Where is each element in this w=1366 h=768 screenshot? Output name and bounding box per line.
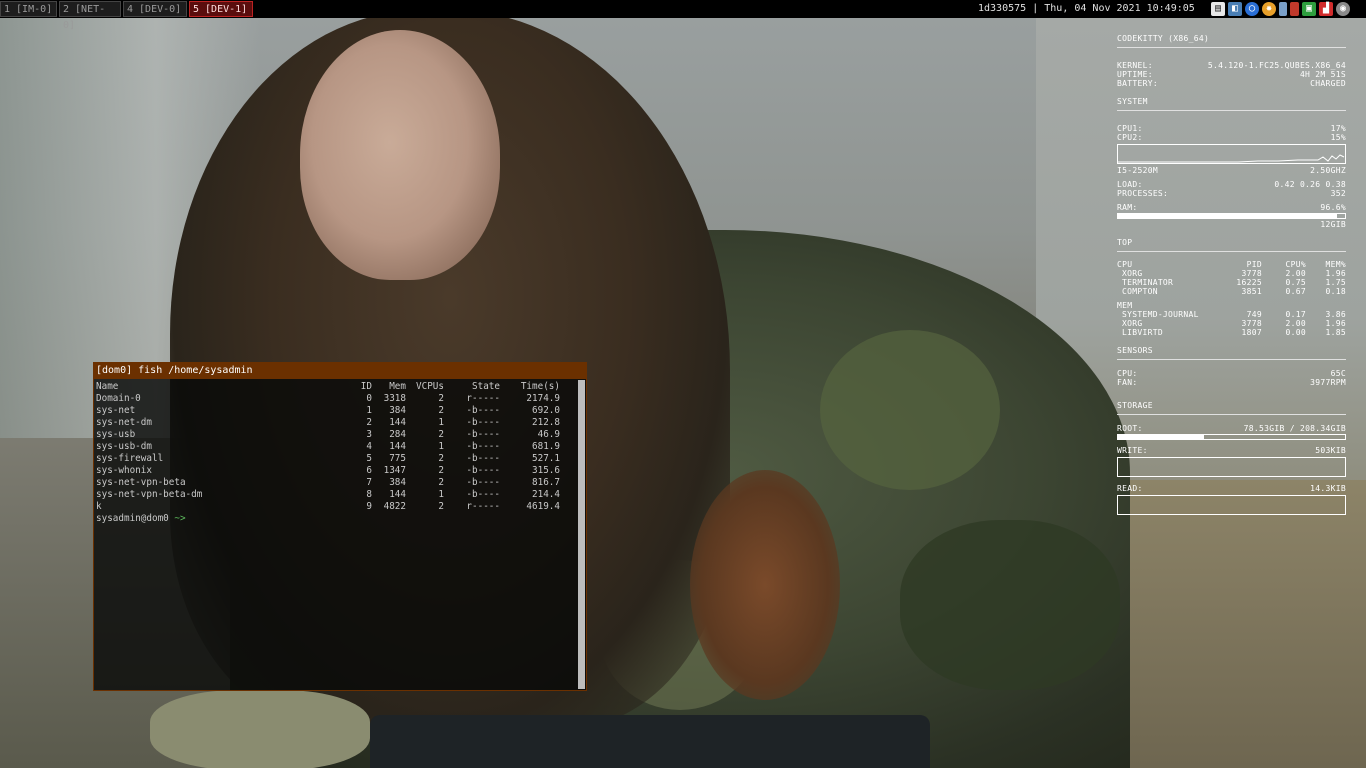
sensors-header: SENSORS: [1117, 346, 1153, 355]
cpu-graph: [1117, 144, 1346, 164]
wallpaper-glove: [150, 690, 370, 768]
top-cpu-row: COMPTON 3851 0.67 0.18: [1122, 287, 1346, 296]
ram-bar: [1117, 213, 1346, 219]
system-header: SYSTEM: [1117, 97, 1148, 106]
xl-list-row: k 9 4822 2 r----- 4619.4: [96, 501, 560, 512]
terminal-window[interactable]: [dom0] fish /home/sysadmin Name ID Mem VCPU…: [93, 362, 587, 691]
shell-prompt[interactable]: sysadmin@dom0 ~>: [96, 513, 576, 525]
top-panel: 1 [IM-0] 2 [NET-0] 4 [DEV-0] 5 [DEV-1] 1…: [0, 0, 1366, 31]
conky-title: CODEKITTY (X86_64): [1117, 34, 1210, 43]
wallpaper-rifle: [370, 715, 930, 768]
battery-icon[interactable]: [1279, 2, 1287, 16]
kernel-row: KERNEL: 5.4.120-1.FC25.QUBES.X86_64: [1117, 61, 1346, 70]
notification-icon[interactable]: ✸: [1262, 2, 1276, 16]
root-row: ROOT: 78.53GIB / 208.34GIB: [1117, 424, 1346, 433]
storage-header: STORAGE: [1117, 401, 1153, 410]
terminal-scrollbar[interactable]: [578, 380, 585, 689]
write-row: WRITE: 503KIB: [1117, 446, 1346, 455]
write-graph: [1117, 457, 1346, 477]
top-mem-row: XORG 3778 2.00 1.96: [1122, 319, 1346, 328]
top-cpu-row: TERMINATOR 16225 0.75 1.75: [1122, 278, 1346, 287]
hostname-label: 1d330575: [978, 3, 1027, 14]
cpu1-row: CPU1: 17%: [1117, 124, 1346, 133]
battery-row: BATTERY: CHARGED: [1117, 79, 1346, 88]
wallpaper-camo-patch: [900, 520, 1120, 690]
divider: [1117, 359, 1346, 360]
root-bar: [1117, 434, 1346, 440]
qubes-icon[interactable]: ▣: [1302, 2, 1316, 16]
usb-icon[interactable]: [1290, 2, 1299, 16]
wallpaper-face: [300, 30, 500, 280]
divider: [1117, 47, 1346, 48]
xl-list-row: sys-whonix 6 1347 2 -b---- 315.6: [96, 465, 560, 476]
xl-list-row: sys-firewall 5 775 2 -b---- 527.1: [96, 453, 560, 464]
clipboard-icon[interactable]: ▤: [1211, 2, 1225, 16]
cpu-temp-row: CPU: 65C: [1117, 369, 1346, 378]
search-icon[interactable]: ◯: [1245, 2, 1259, 16]
workspace-5-button[interactable]: 5 [DEV-1]: [189, 1, 253, 17]
top-mem-row: SYSTEMD-JOURNAL 749 0.17 3.86: [1122, 310, 1346, 319]
network-manager-icon[interactable]: ◧: [1228, 2, 1242, 16]
top-cpu-row: XORG 3778 2.00 1.96: [1122, 269, 1346, 278]
workspace-2-button[interactable]: 2 [NET-0]: [59, 1, 121, 31]
fan-row: FAN: 3977RPM: [1117, 378, 1346, 387]
top-cpu-header-row: CPU PID CPU% MEM%: [1117, 260, 1346, 269]
divider: [1117, 251, 1346, 252]
xl-list-row: sys-net 1 384 2 -b---- 692.0: [96, 405, 560, 416]
wallpaper-camo-patch: [820, 330, 1000, 490]
workspace-1-button[interactable]: 1 [IM-0]: [0, 1, 57, 17]
uptime-row: UPTIME: 4H 2M 51S: [1117, 70, 1346, 79]
cpu-model-row: I5-2520M 2.50GHZ: [1117, 166, 1346, 175]
ram-total-row: 12GIB: [1320, 220, 1346, 229]
cpu2-row: CPU2: 15%: [1117, 133, 1346, 142]
conky-monitor: CODEKITTY (X86_64) KERNEL: 5.4.120-1.FC25…: [1117, 34, 1346, 517]
datetime-label: Thu, 04 Nov 2021 10:49:05: [1044, 3, 1195, 14]
ram-row: RAM: 96.6%: [1117, 203, 1346, 212]
xl-list-row: sys-usb 3 284 2 -b---- 46.9: [96, 429, 560, 440]
load-row: LOAD: 0.42 0.26 0.38: [1117, 180, 1346, 189]
volume-icon[interactable]: ◉: [1336, 2, 1350, 16]
divider: [1117, 414, 1346, 415]
wallpaper-braid: [690, 470, 840, 700]
xl-list-row: Domain-0 0 3318 2 r----- 2174.9: [96, 393, 560, 404]
xl-list-row: sys-net-dm 2 144 1 -b---- 212.8: [96, 417, 560, 428]
divider: [1117, 110, 1346, 111]
workspace-4-button[interactable]: 4 [DEV-0]: [123, 1, 187, 17]
top-mem-header: MEM: [1117, 301, 1133, 310]
terminal-titlebar[interactable]: [dom0] fish /home/sysadmin: [94, 363, 586, 379]
read-row: READ: 14.3KIB: [1117, 484, 1346, 493]
xl-list-header: Name ID Mem VCPUs State Time(s): [96, 381, 560, 392]
root-bar-fill: [1118, 435, 1204, 439]
signal-icon[interactable]: ▟: [1319, 2, 1333, 16]
clock-separator: |: [1032, 3, 1039, 14]
xl-list-row: sys-usb-dm 4 144 1 -b---- 681.9: [96, 441, 560, 452]
ram-bar-fill: [1118, 214, 1338, 218]
prompt-arrow: ~>: [174, 513, 186, 524]
top-header: TOP: [1117, 238, 1133, 247]
clock[interactable]: 1d330575 | Thu, 04 Nov 2021 10:49:05: [978, 0, 1208, 18]
top-mem-row: LIBVIRTD 1807 0.00 1.85: [1122, 328, 1346, 337]
processes-row: PROCESSES: 352: [1117, 189, 1346, 198]
cpu-graph-line: [1118, 154, 1345, 163]
xl-list-row: sys-net-vpn-beta 7 384 2 -b---- 816.7: [96, 477, 560, 488]
xl-list-row: sys-net-vpn-beta-dm 8 144 1 -b---- 214.4: [96, 489, 560, 500]
terminal-output[interactable]: Name ID Mem VCPUs State Time(s) Domain-0 0 3318…: [96, 381, 576, 525]
system-tray: ▤ ◧ ◯ ✸ ▣ ▟ ◉: [1211, 2, 1350, 16]
read-graph: [1117, 495, 1346, 515]
